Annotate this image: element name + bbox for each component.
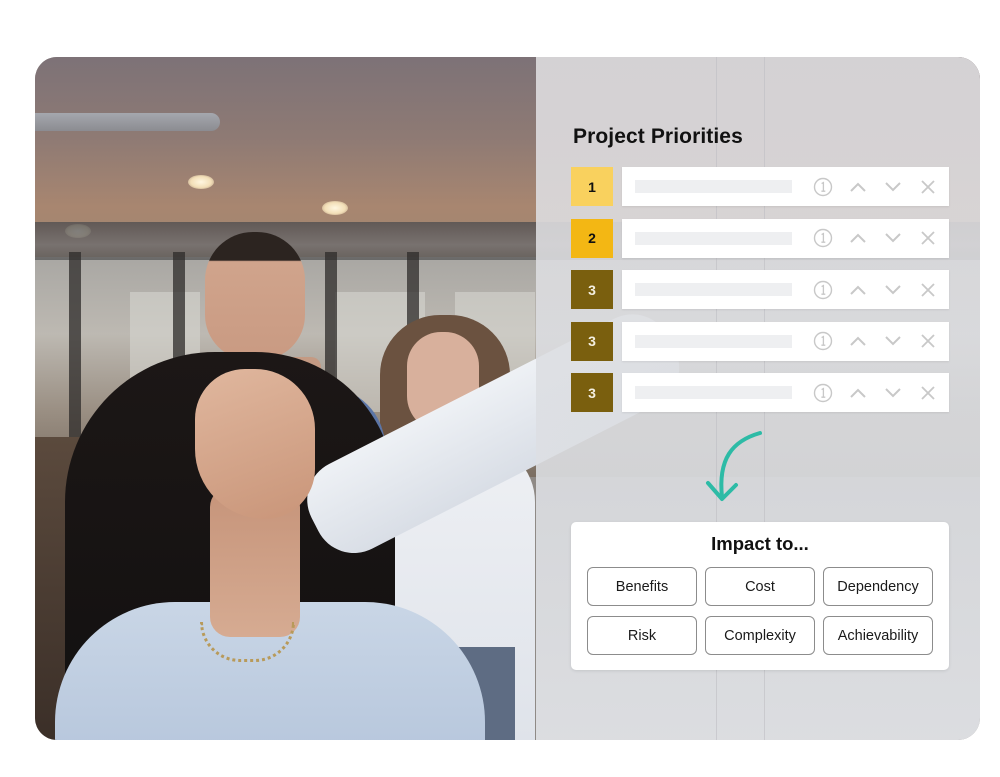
priority-rank-badge: 2 — [571, 218, 613, 258]
impact-option-dependency[interactable]: Dependency — [823, 567, 933, 606]
priority-text-placeholder — [635, 283, 792, 297]
info-icon[interactable] — [812, 279, 834, 301]
priority-item-card — [622, 321, 949, 361]
priority-item-card — [622, 167, 949, 206]
priority-actions — [812, 270, 939, 309]
remove-icon[interactable] — [917, 279, 939, 301]
info-icon[interactable] — [812, 330, 834, 352]
info-icon[interactable] — [812, 227, 834, 249]
priority-actions — [812, 167, 939, 206]
move-up-icon[interactable] — [847, 330, 869, 352]
impact-option-complexity[interactable]: Complexity — [705, 616, 815, 655]
priority-list: 1 2 3 3 3 — [571, 167, 949, 425]
remove-icon[interactable] — [917, 176, 939, 198]
remove-icon[interactable] — [917, 382, 939, 404]
priority-row: 3 — [571, 373, 949, 413]
priority-rank-badge: 3 — [571, 373, 613, 413]
impact-option-achievability[interactable]: Achievability — [823, 616, 933, 655]
priority-text-placeholder — [635, 231, 792, 245]
priority-item-card — [622, 270, 949, 310]
curved-arrow-down-icon — [706, 431, 762, 501]
info-icon[interactable] — [812, 382, 834, 404]
impact-option-risk[interactable]: Risk — [587, 616, 697, 655]
move-down-icon[interactable] — [882, 382, 904, 404]
panel-title: Project Priorities — [573, 125, 743, 148]
impact-options: Benefits Cost Dependency Risk Complexity… — [587, 567, 933, 655]
priority-row: 2 — [571, 218, 949, 258]
move-up-icon[interactable] — [847, 382, 869, 404]
impact-title: Impact to... — [711, 533, 809, 554]
move-down-icon[interactable] — [882, 176, 904, 198]
move-down-icon[interactable] — [882, 330, 904, 352]
priority-actions — [812, 373, 939, 412]
priority-item-card — [622, 373, 949, 413]
priority-actions — [812, 322, 939, 361]
info-icon[interactable] — [812, 176, 834, 198]
priority-actions — [812, 219, 939, 258]
priority-rank-badge: 3 — [571, 321, 613, 361]
priority-item-card — [622, 218, 949, 258]
move-up-icon[interactable] — [847, 227, 869, 249]
priority-text-placeholder — [635, 334, 792, 348]
priority-text-placeholder — [635, 180, 792, 193]
priority-row: 1 — [571, 167, 949, 206]
remove-icon[interactable] — [917, 330, 939, 352]
priority-text-placeholder — [635, 386, 792, 400]
move-down-icon[interactable] — [882, 227, 904, 249]
impact-panel: Impact to... Benefits Cost Dependency Ri… — [571, 522, 949, 670]
move-up-icon[interactable] — [847, 279, 869, 301]
priority-row: 3 — [571, 321, 949, 361]
priority-row: 3 — [571, 270, 949, 310]
ui-overlay: Project Priorities 1 2 3 3 3 Impact to... Be… — [35, 57, 980, 740]
move-down-icon[interactable] — [882, 279, 904, 301]
priority-rank-badge: 1 — [571, 167, 613, 206]
impact-option-benefits[interactable]: Benefits — [587, 567, 697, 606]
move-up-icon[interactable] — [847, 176, 869, 198]
remove-icon[interactable] — [917, 227, 939, 249]
priority-rank-badge: 3 — [571, 270, 613, 310]
impact-option-cost[interactable]: Cost — [705, 567, 815, 606]
